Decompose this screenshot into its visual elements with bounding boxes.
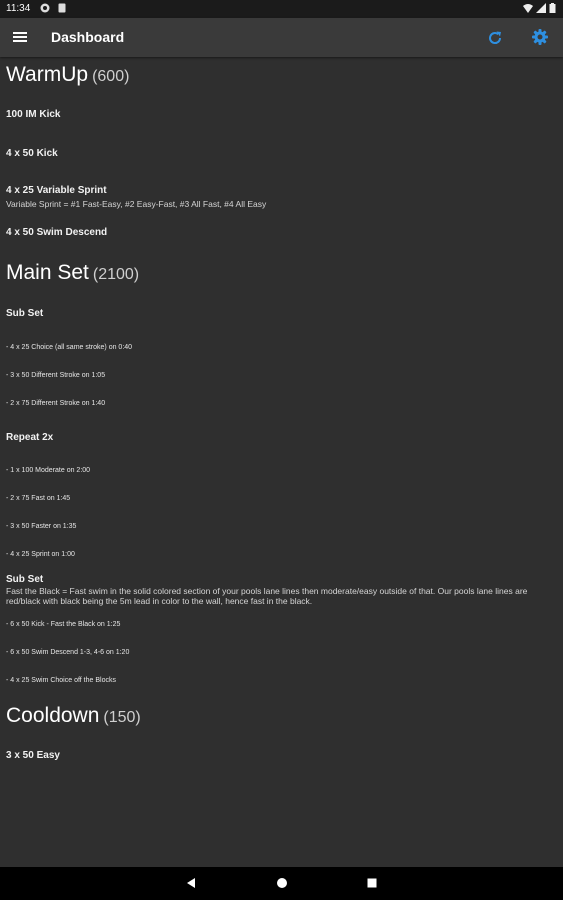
warmup-item: 100 IM Kick xyxy=(6,109,61,120)
wifi-icon xyxy=(523,4,533,13)
subset-item: - 2 x 75 Different Stroke on 1:40 xyxy=(6,400,106,407)
warmup-note: Variable Sprint = #1 Fast-Easy, #2 Easy-… xyxy=(6,199,267,209)
warmup-item: 4 x 25 Variable Sprint xyxy=(6,185,107,196)
status-time: 11:34 xyxy=(6,3,31,14)
main-set-heading: Main Set (2100) xyxy=(6,261,139,285)
signal-icon xyxy=(536,3,546,13)
warmup-item: 4 x 50 Swim Descend xyxy=(6,227,108,238)
status-bar: 11:34 xyxy=(0,0,563,18)
subset-item: - 6 x 50 Swim Descend 1-3, 4-6 on 1:20 xyxy=(6,649,130,656)
app-bar: Dashboard xyxy=(0,18,563,57)
warmup-item: 4 x 50 Kick xyxy=(6,148,58,159)
workout-content: WarmUp (600) 100 IM Kick 4 x 50 Kick 4 x … xyxy=(0,57,563,867)
subset-item: - 3 x 50 Different Stroke on 1:05 xyxy=(6,372,106,379)
cooldown-title: Cooldown xyxy=(6,704,100,727)
back-triangle-icon[interactable] xyxy=(185,877,197,889)
cooldown-item: 3 x 50 Easy xyxy=(6,750,60,761)
subset-description: Fast the Black = Fast swim in the solid … xyxy=(6,586,528,606)
notification-card-icon xyxy=(58,3,66,13)
subset-item: - 6 x 50 Kick - Fast the Black on 1:25 xyxy=(6,621,121,628)
main-set-yardage: (2100) xyxy=(92,266,140,283)
subset-item: - 4 x 25 Choice (all same stroke) on 0:4… xyxy=(6,344,133,351)
subset-item: - 4 x 25 Swim Choice off the Blocks xyxy=(6,677,116,684)
warmup-yardage: (600) xyxy=(92,68,130,85)
repeat-item: - 3 x 50 Faster on 1:35 xyxy=(6,523,77,530)
warmup-heading: WarmUp (600) xyxy=(6,63,129,87)
main-set-title: Main Set xyxy=(6,261,89,284)
refresh-icon[interactable] xyxy=(486,29,504,47)
subset-label: Sub Set xyxy=(6,574,44,585)
notification-circle-icon xyxy=(40,3,50,13)
repeat-label: Repeat 2x xyxy=(6,432,54,443)
warmup-title: WarmUp xyxy=(6,63,89,86)
page-title: Dashboard xyxy=(51,29,125,45)
battery-icon xyxy=(549,3,556,13)
menu-icon[interactable] xyxy=(12,29,28,45)
home-circle-icon[interactable] xyxy=(276,877,288,889)
cooldown-yardage: (150) xyxy=(103,709,141,726)
navigation-bar xyxy=(0,867,563,900)
settings-icon[interactable] xyxy=(531,28,549,46)
recents-square-icon[interactable] xyxy=(366,877,378,889)
repeat-item: - 4 x 25 Sprint on 1:00 xyxy=(6,551,75,558)
repeat-item: - 1 x 100 Moderate on 2:00 xyxy=(6,467,91,474)
cooldown-heading: Cooldown (150) xyxy=(6,704,141,728)
subset-label: Sub Set xyxy=(6,308,44,319)
repeat-item: - 2 x 75 Fast on 1:45 xyxy=(6,495,71,502)
